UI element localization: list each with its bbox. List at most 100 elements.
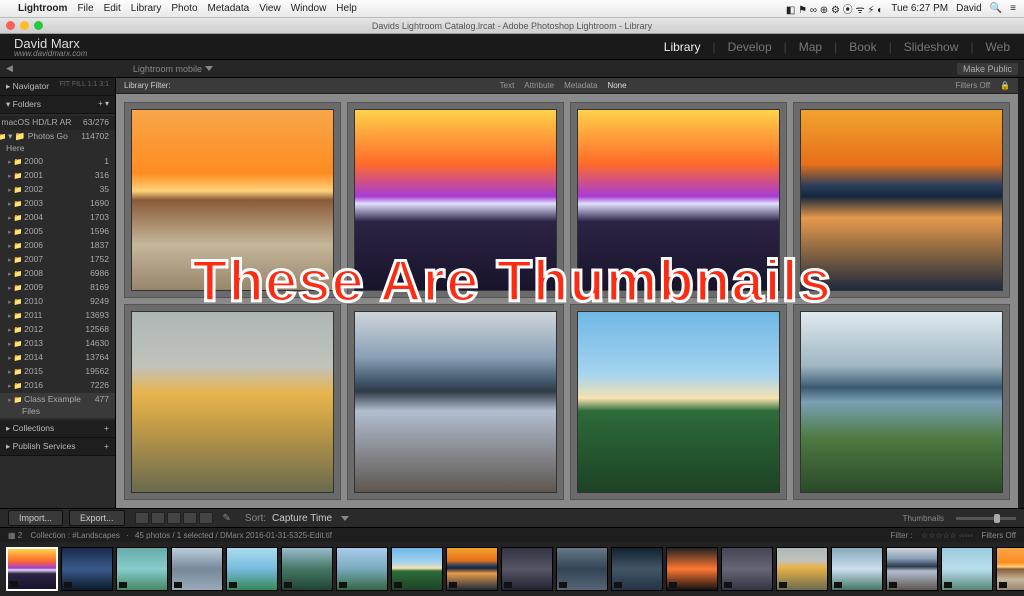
thumbnail[interactable] bbox=[577, 109, 780, 291]
folder-year[interactable]: 20061837 bbox=[0, 239, 115, 253]
filmstrip-thumb[interactable] bbox=[666, 547, 718, 591]
right-panel-collapsed[interactable] bbox=[1018, 78, 1024, 508]
folder-year[interactable]: 200235 bbox=[0, 183, 115, 197]
thumbnail[interactable] bbox=[131, 311, 334, 493]
chevron-down-icon[interactable] bbox=[205, 66, 213, 71]
loupe-view-icon[interactable] bbox=[151, 512, 165, 524]
people-view-icon[interactable] bbox=[199, 512, 213, 524]
secondary-window-icon[interactable]: ▦ 2 bbox=[8, 531, 22, 540]
filmstrip-thumb[interactable] bbox=[776, 547, 828, 591]
folder-year[interactable]: 20071752 bbox=[0, 253, 115, 267]
module-book[interactable]: Book bbox=[849, 40, 876, 54]
folder-year[interactable]: 20167226 bbox=[0, 379, 115, 393]
folder-year[interactable]: 201113693 bbox=[0, 309, 115, 323]
filmstrip-thumb[interactable] bbox=[501, 547, 553, 591]
filmstrip-thumb[interactable] bbox=[336, 547, 388, 591]
folder-year[interactable]: 201413764 bbox=[0, 351, 115, 365]
menu-edit[interactable]: Edit bbox=[104, 3, 121, 14]
filmstrip-thumb[interactable] bbox=[721, 547, 773, 591]
filmstrip-thumb[interactable] bbox=[226, 547, 278, 591]
navigator-panel-header[interactable]: ▸ Navigator FIT FILL 1:1 3:1 bbox=[0, 78, 115, 96]
module-slideshow[interactable]: Slideshow bbox=[904, 40, 959, 54]
thumbnail[interactable] bbox=[131, 109, 334, 291]
traffic-lights[interactable] bbox=[6, 21, 43, 30]
filmstrip-thumb[interactable] bbox=[116, 547, 168, 591]
filter-attribute[interactable]: Attribute bbox=[524, 81, 554, 90]
filmstrip-thumb[interactable] bbox=[61, 547, 113, 591]
minimize-icon[interactable] bbox=[20, 21, 29, 30]
thumbnail[interactable] bbox=[577, 311, 780, 493]
filter-metadata[interactable]: Metadata bbox=[564, 81, 597, 90]
module-develop[interactable]: Develop bbox=[728, 40, 772, 54]
chevron-down-icon[interactable] bbox=[341, 516, 349, 521]
filter-text[interactable]: Text bbox=[500, 81, 515, 90]
thumbnail-grid[interactable] bbox=[116, 94, 1018, 508]
filmstrip-thumb[interactable] bbox=[611, 547, 663, 591]
folder-year[interactable]: 201212568 bbox=[0, 323, 115, 337]
sort-value[interactable]: Capture Time bbox=[272, 513, 332, 524]
folder-year[interactable]: 20031690 bbox=[0, 197, 115, 211]
filmstrip-thumb[interactable] bbox=[281, 547, 333, 591]
folder-root[interactable]: macOS HD/LR AR63/276 bbox=[0, 116, 115, 130]
menu-file[interactable]: File bbox=[77, 3, 93, 14]
filmstrip-thumb[interactable] bbox=[171, 547, 223, 591]
menu-help[interactable]: Help bbox=[336, 3, 357, 14]
folder-year[interactable]: 20001 bbox=[0, 155, 115, 169]
thumbnail-size-slider[interactable] bbox=[956, 517, 1016, 520]
menu-view[interactable]: View bbox=[259, 3, 281, 14]
grid-cell[interactable] bbox=[570, 304, 787, 500]
module-library[interactable]: Library bbox=[664, 40, 701, 54]
grid-cell[interactable] bbox=[124, 102, 341, 298]
grid-cell[interactable] bbox=[347, 102, 564, 298]
filmstrip[interactable] bbox=[0, 542, 1024, 596]
import-button[interactable]: Import... bbox=[8, 510, 63, 526]
publish-panel-header[interactable]: ▸ Publish Services+ bbox=[0, 438, 115, 456]
folder-year[interactable]: Class Example Files477 bbox=[0, 393, 115, 418]
filmstrip-thumb[interactable] bbox=[886, 547, 938, 591]
thumbnail[interactable] bbox=[354, 311, 557, 493]
folder-year[interactable]: 20098169 bbox=[0, 281, 115, 295]
menu-library[interactable]: Library bbox=[131, 3, 162, 14]
menubar-clock[interactable]: Tue 6:27 PM bbox=[891, 3, 948, 14]
grid-cell[interactable] bbox=[124, 304, 341, 500]
folder-year[interactable]: 201314630 bbox=[0, 337, 115, 351]
grid-cell[interactable] bbox=[793, 102, 1010, 298]
folder-year[interactable]: 20109249 bbox=[0, 295, 115, 309]
export-button[interactable]: Export... bbox=[69, 510, 125, 526]
collections-panel-header[interactable]: ▸ Collections+ bbox=[0, 420, 115, 438]
zoom-icon[interactable] bbox=[34, 21, 43, 30]
filmstrip-thumb[interactable] bbox=[556, 547, 608, 591]
filmstrip-thumb[interactable] bbox=[6, 547, 58, 591]
make-public-button[interactable]: Make Public bbox=[957, 63, 1018, 75]
survey-view-icon[interactable] bbox=[183, 512, 197, 524]
folder-year[interactable]: 201519562 bbox=[0, 365, 115, 379]
notification-icon[interactable]: ≡ bbox=[1010, 3, 1016, 14]
filmstrip-thumb[interactable] bbox=[831, 547, 883, 591]
spotlight-icon[interactable]: 🔍 bbox=[990, 3, 1002, 14]
menu-photo[interactable]: Photo bbox=[171, 3, 197, 14]
menubar-user[interactable]: David bbox=[956, 3, 982, 14]
grid-view-icon[interactable] bbox=[135, 512, 149, 524]
painter-icon[interactable]: ✎ bbox=[223, 513, 231, 524]
grid-cell[interactable] bbox=[570, 102, 787, 298]
close-icon[interactable] bbox=[6, 21, 15, 30]
status-icons[interactable]: ◧ ⚑ ∞ ⊕ ⚙ ⦿ ᯤ ⚡︎ ◐ bbox=[786, 1, 883, 16]
compare-view-icon[interactable] bbox=[167, 512, 181, 524]
breadcrumb-collection[interactable]: Collection : #Landscapes bbox=[30, 531, 119, 540]
lightroom-mobile-link[interactable]: Lightroom mobile bbox=[133, 64, 202, 74]
folder-year[interactable]: 2001316 bbox=[0, 169, 115, 183]
filmstrip-thumb[interactable] bbox=[391, 547, 443, 591]
folder-year[interactable]: 20041703 bbox=[0, 211, 115, 225]
lock-icon[interactable]: 🔒 bbox=[1000, 81, 1010, 90]
folder-year[interactable]: 20086986 bbox=[0, 267, 115, 281]
panel-toggle-icon[interactable]: ◀ bbox=[6, 63, 13, 74]
folder-parent[interactable]: ▾ 📁 Photos Go Here114702 bbox=[0, 130, 115, 155]
grid-cell[interactable] bbox=[347, 304, 564, 500]
thumbnail[interactable] bbox=[354, 109, 557, 291]
filters-off[interactable]: Filters Off bbox=[956, 81, 991, 90]
filmstrip-thumb[interactable] bbox=[446, 547, 498, 591]
folders-panel-header[interactable]: ▾ Folders + ▾ bbox=[0, 96, 115, 114]
grid-cell[interactable] bbox=[793, 304, 1010, 500]
module-web[interactable]: Web bbox=[986, 40, 1010, 54]
thumbnail[interactable] bbox=[800, 311, 1003, 493]
